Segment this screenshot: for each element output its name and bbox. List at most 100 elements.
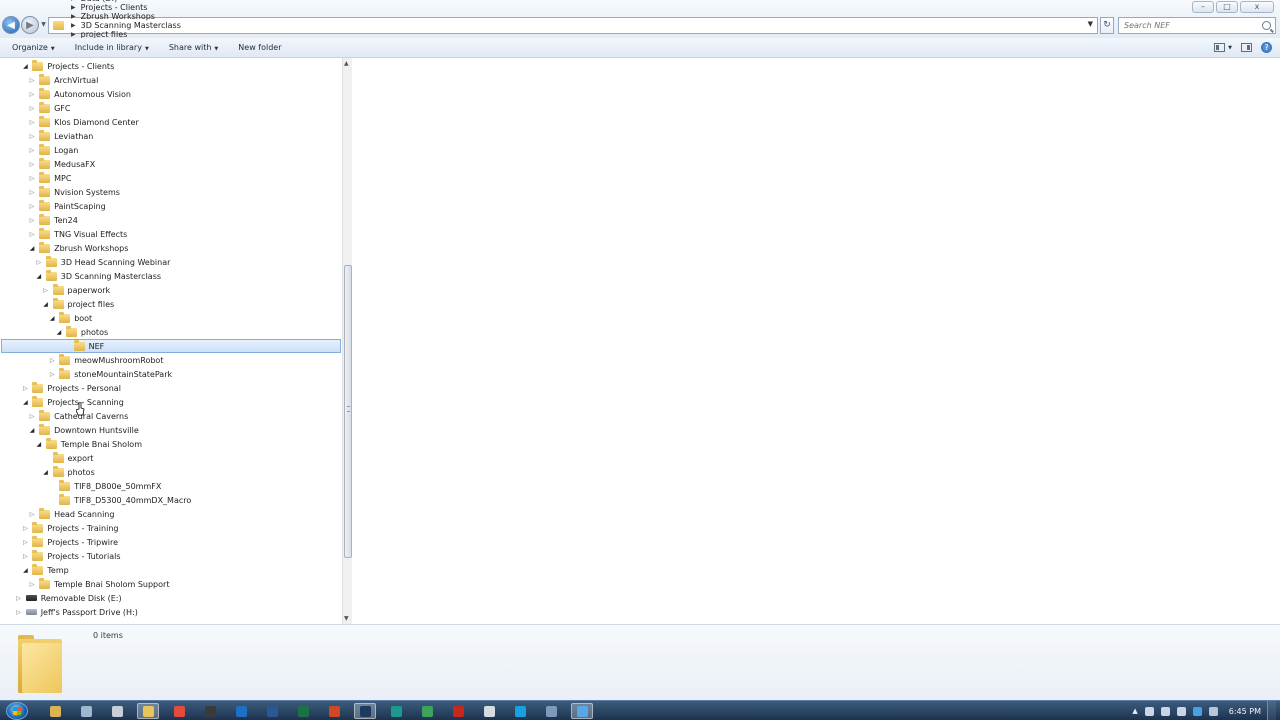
chevron-down-icon[interactable]: ▼ [1228,45,1232,51]
tree-item[interactable]: ◢ Temple Bnai Sholom [1,437,341,451]
scroll-down-arrow-icon[interactable]: ▼ [344,615,349,622]
chevron-right-icon[interactable]: ▶ [66,4,81,11]
tree-item[interactable]: NEF [1,339,341,353]
search-icon[interactable] [1262,21,1271,30]
tree-item[interactable]: TIF8_D5300_40mmDX_Macro [1,493,341,507]
expand-arrow-icon[interactable]: ▷ [28,581,36,588]
tree-item[interactable]: ▷ Projects - Tripwire [1,535,341,549]
tree-item[interactable]: ◢ Projects - Clients [1,59,341,73]
expand-arrow-icon[interactable]: ▷ [42,287,50,294]
collapse-arrow-icon[interactable]: ◢ [21,399,29,406]
expand-arrow-icon[interactable]: ▷ [28,119,36,126]
expand-arrow-icon[interactable]: ▷ [28,161,36,168]
tree-item[interactable]: ▷ ArchVirtual [1,73,341,87]
tree-item[interactable]: ◢ Downtown Huntsville [1,423,341,437]
expand-arrow-icon[interactable]: ▷ [21,385,29,392]
expand-arrow-icon[interactable]: ▷ [28,147,36,154]
tree-item[interactable]: ◢ boot [1,311,341,325]
expand-arrow-icon[interactable]: ▷ [21,539,29,546]
navigation-pane[interactable]: ◢ Projects - Clients ▷ ArchVirtual ▷ Autonomo… [0,58,343,624]
tree-item[interactable]: ▷ MPC [1,171,341,185]
tree-item[interactable]: ▷ Temple Bnai Sholom Support [1,577,341,591]
breadcrumb-segment[interactable]: ▶ Zbrush Workshops [66,12,181,21]
tree-item[interactable]: ▷ Autonomous Vision [1,87,341,101]
tray-volume-icon[interactable] [1176,706,1186,716]
breadcrumb-segment[interactable]: ▶ 3D Scanning Masterclass [66,21,181,30]
taskbar-button[interactable] [168,703,190,719]
tree-item[interactable]: ▷ Klos Diamond Center [1,115,341,129]
tree-item[interactable]: ▷ Cathedral Caverns [1,409,341,423]
taskbar-button[interactable] [540,703,562,719]
expand-arrow-icon[interactable]: ▷ [28,175,36,182]
expand-arrow-icon[interactable]: ▷ [48,357,56,364]
tree-item[interactable]: ▷ GFC [1,101,341,115]
breadcrumb-segment[interactable]: ▶ Projects - Clients [66,3,181,12]
taskbar-button[interactable] [137,703,159,719]
tree-item[interactable]: ▷ TNG Visual Effects [1,227,341,241]
tree-item[interactable]: ▷ Leviathan [1,129,341,143]
show-hidden-icons-icon[interactable]: ▲ [1132,707,1137,715]
tree-item[interactable]: ▷ Projects - Tutorials [1,549,341,563]
minimize-button[interactable]: – [1192,1,1214,13]
taskbar-button[interactable] [323,703,345,719]
expand-arrow-icon[interactable]: ▷ [28,105,36,112]
collapse-arrow-icon[interactable]: ◢ [35,273,43,280]
collapse-arrow-icon[interactable]: ◢ [55,329,63,336]
scrollbar-thumb[interactable] [344,265,352,558]
taskbar-button[interactable] [354,703,376,719]
file-list-pane[interactable] [353,58,1280,624]
taskbar-button[interactable] [571,703,593,719]
recent-pages-dropdown[interactable]: ▼ [39,19,48,31]
address-history-dropdown[interactable]: ▼ [1088,20,1093,28]
show-desktop-button[interactable] [1267,701,1276,720]
taskbar-button[interactable] [447,703,469,719]
collapse-arrow-icon[interactable]: ◢ [35,441,43,448]
tree-item[interactable]: ▷ paperwork [1,283,341,297]
tray-network-icon[interactable] [1144,706,1154,716]
search-input[interactable] [1119,18,1249,33]
collapse-arrow-icon[interactable]: ◢ [28,427,36,434]
taskbar-button[interactable] [292,703,314,719]
expand-arrow-icon[interactable]: ▷ [15,595,23,602]
new-folder-button[interactable]: New folder [226,43,289,52]
chevron-right-icon[interactable]: ▶ [66,31,81,38]
tree-item[interactable]: ◢ photos [1,465,341,479]
close-button[interactable]: x [1240,1,1274,13]
refresh-button[interactable]: ↻ [1100,17,1114,34]
help-icon[interactable]: ? [1261,42,1272,53]
expand-arrow-icon[interactable]: ▷ [35,259,43,266]
collapse-arrow-icon[interactable]: ◢ [42,301,50,308]
share-with-menu[interactable]: Share with ▼ [157,43,226,52]
tree-item[interactable]: ▷ Nvision Systems [1,185,341,199]
taskbar-button[interactable] [44,703,66,719]
scroll-up-arrow-icon[interactable]: ▲ [344,60,349,67]
expand-arrow-icon[interactable]: ▷ [28,189,36,196]
tree-item[interactable]: ▷ meowMushroomRobot [1,353,341,367]
tree-item[interactable]: TIF8_D800e_50mmFX [1,479,341,493]
start-button[interactable] [6,702,28,720]
taskbar-button[interactable] [478,703,500,719]
taskbar-button[interactable] [261,703,283,719]
expand-arrow-icon[interactable]: ▷ [28,91,36,98]
tree-item[interactable]: ▷ Ten24 [1,213,341,227]
expand-arrow-icon[interactable]: ▷ [28,203,36,210]
tree-item[interactable]: ▷ 3D Head Scanning Webinar [1,255,341,269]
collapse-arrow-icon[interactable]: ◢ [21,63,29,70]
navigation-scrollbar[interactable]: ▲ ▼ [342,58,352,624]
chevron-right-icon[interactable]: ▶ [66,22,81,29]
tree-item[interactable]: ◢ Zbrush Workshops [1,241,341,255]
tree-item[interactable]: ◢ Temp [1,563,341,577]
back-button[interactable]: ◀ [2,16,20,34]
tree-item[interactable]: ▷ Projects - Training [1,521,341,535]
taskbar-button[interactable] [230,703,252,719]
collapse-arrow-icon[interactable]: ◢ [28,245,36,252]
expand-arrow-icon[interactable]: ▷ [21,553,29,560]
tree-item[interactable]: ▷ Removable Disk (E:) [1,591,341,605]
taskbar-button[interactable] [106,703,128,719]
tree-item[interactable]: ◢ project files [1,297,341,311]
tree-item[interactable]: ▷ Logan [1,143,341,157]
change-view-icon[interactable] [1214,43,1226,52]
expand-arrow-icon[interactable]: ▷ [28,77,36,84]
expand-arrow-icon[interactable]: ▷ [28,133,36,140]
collapse-arrow-icon[interactable]: ◢ [21,567,29,574]
